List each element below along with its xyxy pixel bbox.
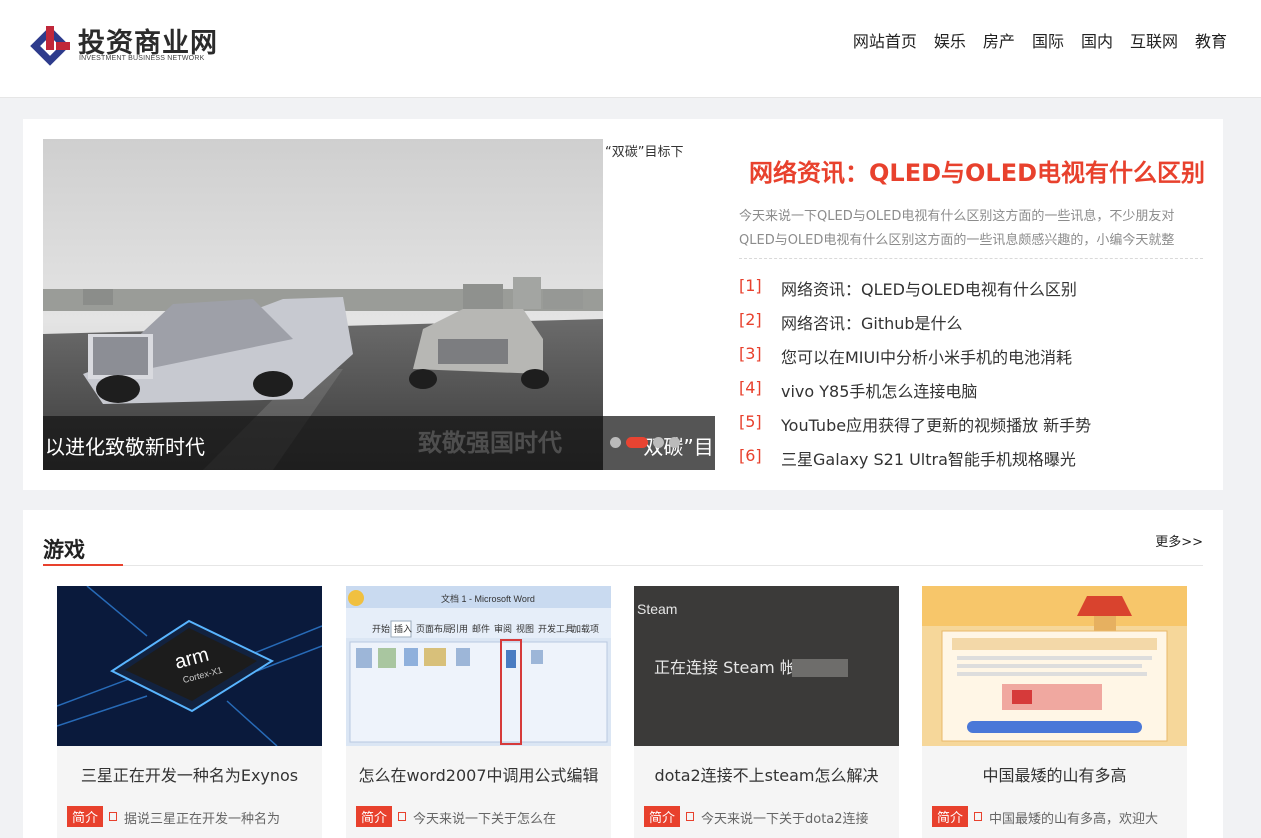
featured-panel: “双碳”目标下 以进化致敬新时代 致敬强国时代 “双碳”目 网络资讯：QLED与… (23, 119, 1223, 490)
headline-list: [1] 网络资讯：QLED与OLED电视有什么区别 [2] 网络咨讯：Github是… (739, 276, 1091, 480)
nav-education[interactable]: 教育 (1195, 28, 1227, 52)
article-card[interactable]: 中国最矮的山有多高 简介 中国最矮的山有多高，欢迎大 (922, 586, 1187, 838)
list-item[interactable]: [3] 您可以在MIUI中分析小米手机的电池消耗 (739, 344, 1091, 378)
word-tab-8: 开发工具 (538, 623, 574, 634)
card-title[interactable]: 中国最矮的山有多高 (922, 762, 1187, 786)
item-number: [4] (739, 378, 762, 397)
item-link[interactable]: 三星Galaxy S21 Ultra智能手机规格曝光 (781, 446, 1076, 480)
missing-glyph-icon (974, 812, 982, 821)
card-title[interactable]: 怎么在word2007中调用公式编辑 (346, 762, 611, 786)
card-image-steam[interactable]: Steam 正在连接 Steam 帐号： (634, 586, 899, 746)
item-number: [2] (739, 310, 762, 329)
word-tab-6: 审阅 (494, 623, 512, 634)
site-logo[interactable]: 投资商业网 INVESTMENT BUSINESS NETWORK (26, 20, 226, 70)
article-card[interactable]: Steam 正在连接 Steam 帐号： dota2连接不上steam怎么解决 … (634, 586, 899, 838)
broken-image-alt: “双碳”目标下 (605, 145, 684, 160)
missing-glyph-icon (109, 812, 117, 821)
intro-badge: 简介 (932, 806, 969, 827)
slide-watermark-text: 致敬强国时代 (418, 428, 562, 457)
card-title[interactable]: 三星正在开发一种名为Exynos (57, 762, 322, 786)
slide-watermark: 致敬强国时代 (418, 428, 562, 457)
slider-dot[interactable] (669, 437, 680, 448)
image-slider[interactable]: “双碳”目标下 以进化致敬新时代 致敬强国时代 “双碳”目 (43, 139, 715, 470)
word-tab-2: 插入 (394, 623, 412, 634)
card-image-poster[interactable] (922, 586, 1187, 746)
word-tab-9: 加载项 (572, 623, 599, 634)
nav-home[interactable]: 网站首页 (853, 28, 917, 52)
nav-international[interactable]: 国际 (1032, 28, 1064, 52)
article-card[interactable]: arm Cortex-X1 三星正在开发一种名为Exynos 简介 据说三星正在… (57, 586, 322, 838)
missing-glyph-icon (398, 812, 406, 821)
word-window-title: 文档 1 - Microsoft Word (441, 593, 535, 604)
intro-badge: 简介 (644, 806, 681, 827)
list-item[interactable]: [4] vivo Y85手机怎么连接电脑 (739, 378, 1091, 412)
site-header: 投资商业网 INVESTMENT BUSINESS NETWORK 网站首页 娱… (0, 0, 1261, 98)
nav-entertainment[interactable]: 娱乐 (934, 28, 966, 52)
word-tab-3: 页面布局 (416, 623, 452, 634)
logo-subtitle: INVESTMENT BUSINESS NETWORK (79, 55, 205, 62)
slide-caption[interactable]: 以进化致敬新时代 (45, 431, 205, 460)
card-description: 据说三星正在开发一种名为 (124, 812, 281, 827)
word-tab-7: 视图 (516, 623, 534, 634)
item-number: [1] (739, 276, 762, 295)
list-item[interactable]: [5] YouTube应用获得了更新的视频播放 新手势 (739, 412, 1091, 446)
card-image-word[interactable]: 文档 1 - Microsoft Word 开始 插入 页面布局 引用 邮件 审… (346, 586, 611, 746)
card-description: 今天来说一下关于dota2连接 (701, 812, 869, 827)
item-number: [3] (739, 344, 762, 363)
slider-dot[interactable] (653, 437, 664, 448)
article-card[interactable]: 文档 1 - Microsoft Word 开始 插入 页面布局 引用 邮件 审… (346, 586, 611, 838)
word-tab-5: 邮件 (472, 623, 490, 634)
more-link[interactable]: 更多>> (1155, 531, 1203, 550)
item-link[interactable]: 网络资讯：QLED与OLED电视有什么区别 (781, 276, 1077, 310)
card-description: 中国最矮的山有多高，欢迎大 (989, 812, 1159, 827)
nav-internet[interactable]: 互联网 (1130, 28, 1178, 52)
steam-label: Steam (637, 601, 677, 617)
slider-dots (610, 437, 680, 448)
item-link[interactable]: vivo Y85手机怎么连接电脑 (781, 378, 977, 412)
games-section: 游戏 更多>> arm Cortex-X1 三星正在开发一种名为Exynos 简… (23, 510, 1223, 838)
divider (739, 258, 1203, 259)
item-link[interactable]: 您可以在MIUI中分析小米手机的电池消耗 (781, 344, 1072, 378)
item-number: [5] (739, 412, 762, 431)
intro-badge: 简介 (67, 806, 104, 827)
main-nav: 网站首页 娱乐 房产 国际 国内 互联网 教育 (853, 28, 1227, 52)
list-item[interactable]: [1] 网络资讯：QLED与OLED电视有什么区别 (739, 276, 1091, 310)
nav-realestate[interactable]: 房产 (983, 28, 1015, 52)
intro-badge: 简介 (356, 806, 393, 827)
item-number: [6] (739, 446, 762, 465)
item-link[interactable]: YouTube应用获得了更新的视频播放 新手势 (781, 412, 1091, 446)
word-tab-4: 引用 (450, 624, 468, 634)
item-link[interactable]: 网络咨讯：Github是什么 (781, 310, 963, 344)
section-title: 游戏 (43, 538, 85, 562)
featured-summary: 今天来说一下QLED与OLED电视有什么区别这方面的一些讯息，不少朋友对QLED… (739, 209, 1175, 248)
logo-icon (30, 26, 70, 66)
nav-domestic[interactable]: 国内 (1081, 28, 1113, 52)
section-underline (43, 564, 123, 566)
section-rule (43, 565, 1203, 566)
slider-dot-active[interactable] (626, 437, 648, 448)
missing-glyph-icon (686, 812, 694, 821)
card-description: 今天来说一下关于怎么在 (413, 812, 557, 827)
word-tab-1: 开始 (372, 623, 390, 634)
card-image-chip[interactable]: arm Cortex-X1 (57, 586, 322, 746)
card-title[interactable]: dota2连接不上steam怎么解决 (634, 762, 899, 786)
slider-dot[interactable] (610, 437, 621, 448)
featured-headline[interactable]: 网络资讯：QLED与OLED电视有什么区别 (749, 153, 1205, 188)
list-item[interactable]: [2] 网络咨讯：Github是什么 (739, 310, 1091, 344)
list-item[interactable]: [6] 三星Galaxy S21 Ultra智能手机规格曝光 (739, 446, 1091, 480)
